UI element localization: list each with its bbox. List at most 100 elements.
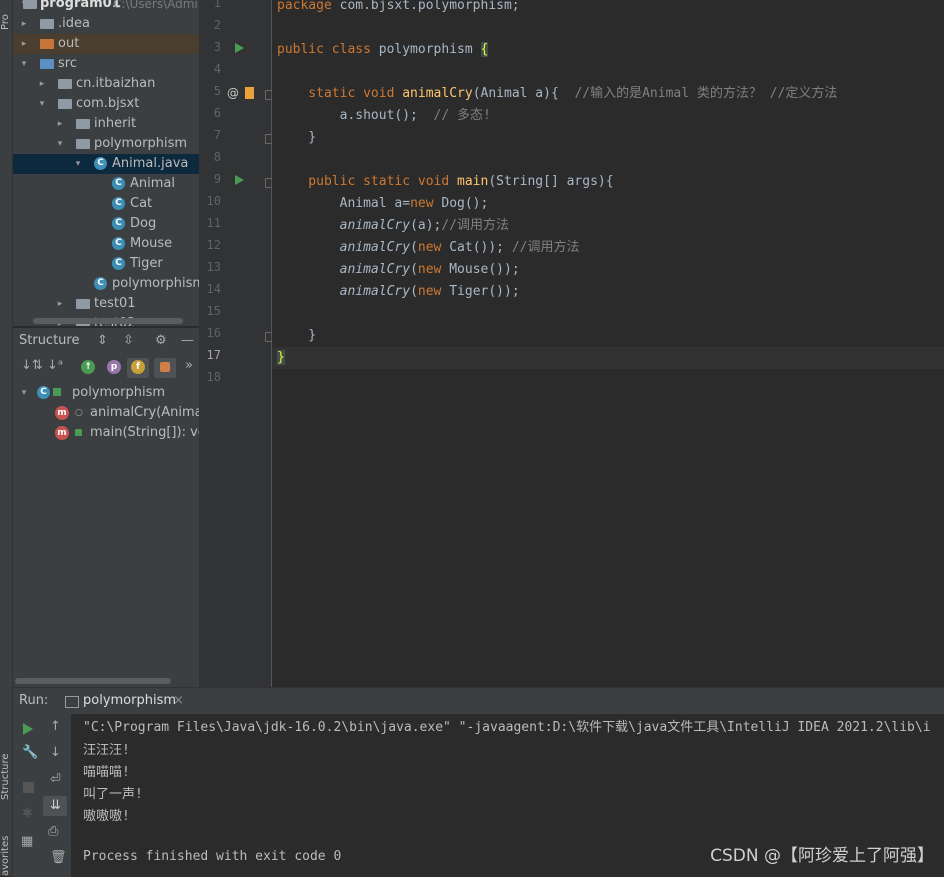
chevron-down-icon: ▾	[21, 388, 27, 398]
tree-row-polymorphism-class[interactable]: C polymorphism	[13, 274, 199, 294]
console-line: Process finished with exit code 0	[83, 849, 342, 864]
more-icon[interactable]: »	[185, 358, 193, 373]
expand-all-icon[interactable]: ⇕	[97, 328, 108, 354]
favorites-tool-tab[interactable]: avorites	[0, 830, 12, 876]
code-line: animalCry(new Tiger());	[339, 284, 520, 299]
tree-row-cn-itbaizhan[interactable]: ▸ cn.itbaizhan	[13, 74, 199, 94]
class-icon: C	[112, 177, 125, 190]
chevron-right-icon: ▸	[57, 119, 63, 129]
rerun-icon[interactable]	[23, 723, 33, 735]
soft-wrap-icon[interactable]: ⏎	[50, 772, 61, 787]
tree-row-class-cat[interactable]: C Cat	[13, 194, 199, 214]
arrow-down-icon[interactable]: ↓	[50, 745, 61, 760]
tree-row-inherit[interactable]: ▸ inherit	[13, 114, 199, 134]
runnable-class-icon: C	[94, 277, 107, 290]
project-horizontal-scrollbar[interactable]	[33, 318, 183, 324]
tree-row-animal-java[interactable]: ▾ C Animal.java	[13, 154, 199, 174]
tree-row-class-mouse[interactable]: C Mouse	[13, 234, 199, 254]
tree-row-class-dog[interactable]: C Dog	[13, 214, 199, 234]
minimize-icon[interactable]: —	[181, 328, 194, 354]
stop-icon[interactable]	[23, 782, 34, 793]
trash-icon[interactable]: 🗑	[50, 850, 67, 865]
show-inherited-icon[interactable]: ↑	[81, 360, 95, 374]
tree-row-class-tiger[interactable]: C Tiger	[13, 254, 199, 274]
override-icon[interactable]: @	[227, 86, 239, 100]
bookmark-icon[interactable]	[245, 87, 254, 99]
structure-tool-tab[interactable]: Structure	[0, 740, 12, 800]
project-tool-tab[interactable]: Pro	[0, 0, 12, 30]
chevron-down-icon: ▾	[39, 99, 45, 109]
collapse-all-icon[interactable]: ⇳	[123, 328, 134, 354]
watermark: CSDN @【阿珍爱上了阿强】	[710, 846, 934, 866]
bug-icon[interactable]: ✱	[22, 806, 33, 821]
structure-panel: Structure ⇕ ⇳ ⚙ — ↓⇅ ↓ᵃ ↑ p f » ▾ C poly…	[13, 327, 218, 688]
code-line: static void animalCry(Animal a){ //输入的是A…	[277, 86, 838, 101]
run-label: Run:	[19, 693, 49, 708]
wrench-icon[interactable]: 🔧	[22, 745, 38, 760]
class-icon: C	[112, 237, 125, 250]
tree-row-com-bjsxt[interactable]: ▾ com.bjsxt	[13, 94, 199, 114]
chevron-down-icon: ▾	[75, 159, 81, 169]
class-icon: C	[112, 197, 125, 210]
chevron-right-icon: ▸	[57, 299, 63, 309]
folder-icon	[40, 39, 54, 49]
tree-row-test01[interactable]: ▸ test01	[13, 294, 199, 314]
package-icon	[76, 299, 90, 309]
code-line: package com.bjsxt.polymorphism;	[277, 0, 520, 13]
method-icon: m	[55, 406, 69, 420]
package-icon	[58, 79, 72, 89]
sort-alpha-icon[interactable]: ↓ᵃ	[47, 358, 63, 373]
run-gutter-icon[interactable]	[235, 43, 244, 53]
layout-icon[interactable]: ▦	[21, 834, 33, 849]
tree-row-idea[interactable]: ▸ .idea	[13, 14, 199, 34]
package-icon	[76, 139, 90, 149]
code-editor[interactable]: package com.bjsxt.polymorphism; public c…	[272, 0, 944, 687]
gear-icon[interactable]: ⚙	[155, 328, 167, 354]
structure-horizontal-scrollbar[interactable]	[15, 678, 171, 684]
folder-icon	[23, 0, 37, 9]
chevron-right-icon: ▸	[21, 39, 27, 49]
code-line: public class polymorphism {	[277, 42, 489, 57]
structure-method-row[interactable]: m main(String[]): void	[13, 423, 218, 443]
chevron-down-icon: ▾	[21, 59, 27, 69]
folder-icon	[40, 59, 54, 69]
run-gutter-icon[interactable]	[235, 175, 244, 185]
arrow-up-icon[interactable]: ↑	[50, 719, 61, 734]
tree-row-polymorphism-pkg[interactable]: ▾ polymorphism	[13, 134, 199, 154]
sort-visibility-icon[interactable]: ↓⇅	[21, 358, 43, 373]
tree-row-class-animal[interactable]: C Animal	[13, 174, 199, 194]
class-icon: C	[112, 257, 125, 270]
code-line: a.shout(); // 多态!	[277, 108, 491, 123]
code-line: animalCry(new Mouse());	[339, 262, 520, 277]
console-line: "C:\Program Files\Java\jdk-16.0.2\bin\ja…	[83, 720, 931, 735]
code-line: public static void main(String[] args){	[277, 174, 614, 189]
structure-title: Structure	[19, 333, 80, 348]
code-line: }	[277, 328, 317, 343]
project-panel: ▾ program01 C:\Users\Admi ▸ .idea ▸ out …	[13, 0, 199, 326]
chevron-right-icon: ▸	[21, 19, 27, 29]
run-tab-polymorphism[interactable]: polymorphism	[83, 693, 176, 708]
print-icon[interactable]: ⎙	[48, 824, 58, 839]
run-header: Run: polymorphism ×	[13, 688, 944, 714]
console-line: 叫了一声!	[83, 787, 143, 802]
scroll-to-end-icon: ⇊	[50, 798, 61, 813]
tree-row-root[interactable]: ▾ program01 C:\Users\Admi	[13, 0, 199, 14]
structure-toolbar: ↓⇅ ↓ᵃ ↑ p f »	[13, 356, 199, 378]
structure-class-row[interactable]: ▾ C polymorphism	[13, 383, 199, 403]
tree-row-out[interactable]: ▸ out	[13, 34, 199, 54]
code-line: }	[277, 130, 317, 145]
console-icon	[65, 696, 79, 708]
java-file-icon: C	[94, 157, 107, 170]
left-tool-strip: Pro Structure avorites	[0, 0, 13, 876]
structure-method-row[interactable]: m ○ animalCry(Animal):	[13, 403, 216, 423]
package-icon	[76, 119, 90, 129]
show-fields-icon: f	[131, 360, 145, 374]
code-line: Animal a=new Dog();	[277, 196, 489, 211]
editor-gutter: 1 2 3 4 5 6 7 8 9 10 11 12 13 14 15 16 1…	[199, 0, 275, 687]
show-properties-icon[interactable]: p	[107, 360, 121, 374]
close-icon[interactable]: ×	[173, 693, 184, 708]
chevron-right-icon: ▸	[39, 79, 45, 89]
tree-row-src[interactable]: ▾ src	[13, 54, 199, 74]
run-toolbar: ↑ 🔧 ↓ ⏎ ⇊ ✱ ⎙ ▦ 🗑	[13, 714, 71, 877]
chevron-down-icon: ▾	[57, 139, 63, 149]
